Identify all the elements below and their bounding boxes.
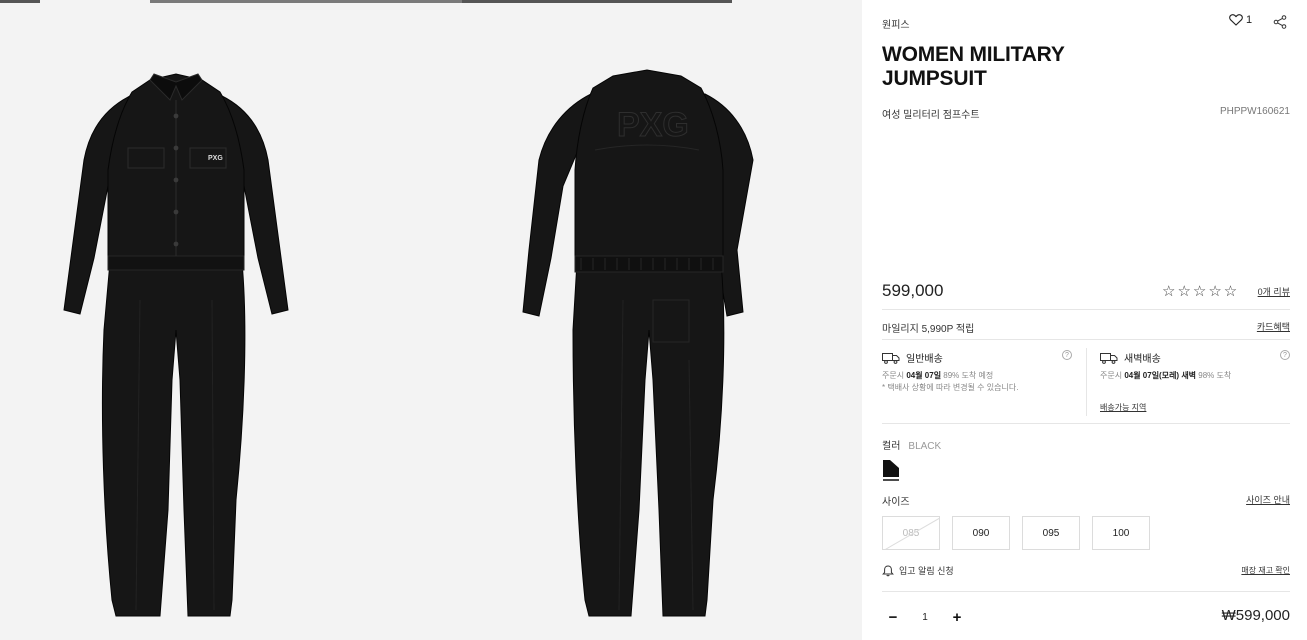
share-icon (1273, 15, 1287, 29)
restock-label: 입고 알림 신청 (899, 566, 954, 576)
product-gallery: PXG PXG (0, 0, 862, 640)
total-price: ₩599,000 (1221, 607, 1290, 624)
product-code: PHPPW160621 (1219, 106, 1290, 117)
divider (882, 309, 1290, 310)
dawn-eta-prefix: 주문시 (1100, 371, 1125, 380)
standard-shipping: 일반배송 주문시 04월 07일 89% 도착 예정 * 택배사 상황에 따라 … (882, 350, 1082, 393)
divider (882, 591, 1290, 592)
product-image-back[interactable]: PXG (431, 0, 862, 640)
size-options: 085 090 095 100 (882, 516, 1150, 550)
help-icon[interactable]: ? (1280, 350, 1290, 360)
jumpsuit-front-illustration: PXG (63, 73, 289, 617)
divider (882, 423, 1290, 424)
dawn-shipping-title: 새벽배송 (1124, 354, 1161, 365)
dawn-eta-date: 04월 07일(모레) 새벽 (1124, 371, 1197, 380)
delivery-area-link[interactable]: 배송가능 지역 (1100, 402, 1146, 413)
quantity-stepper: − 1 + (882, 606, 968, 628)
size-option-100[interactable]: 100 (1092, 516, 1150, 550)
product-image-front[interactable]: PXG (0, 0, 431, 640)
wishlist-count: 1 (1246, 14, 1253, 26)
product-category[interactable]: 원피스 (882, 16, 910, 31)
size-guide-link[interactable]: 사이즈 안내 (1246, 493, 1290, 506)
store-stock-link[interactable]: 매장 재고 확인 (1241, 565, 1290, 576)
jumpsuit-back-illustration: PXG (522, 69, 754, 617)
moon-truck-icon (1100, 352, 1118, 364)
mileage-info: 마일리지 5,990P 적립 (882, 324, 975, 335)
size-option-090[interactable]: 090 (952, 516, 1010, 550)
back-logo: PXG (617, 106, 689, 144)
bell-icon (882, 564, 894, 576)
rating-stars: ☆☆☆☆☆ (1162, 283, 1240, 300)
dawn-shipping: 새벽배송 주문시 04월 07일(모레) 새벽 98% 도착 (1100, 350, 1300, 381)
size-option-085[interactable]: 085 (882, 516, 940, 550)
divider (1086, 348, 1087, 416)
help-icon[interactable]: ? (1062, 350, 1072, 360)
shipping-eta-date: 04월 07일 (906, 371, 942, 380)
standard-shipping-title: 일반배송 (906, 354, 943, 365)
product-subtitle: 여성 밀리터리 점프수트 (882, 110, 980, 121)
color-label: 컬러 BLACK (882, 437, 941, 452)
size-label: 사이즈 (882, 497, 910, 508)
color-swatch-black[interactable] (882, 459, 900, 481)
shipping-eta-prefix: 주문시 (882, 371, 907, 380)
heart-icon (1229, 14, 1243, 26)
wishlist-button[interactable]: 1 (1229, 14, 1252, 26)
product-info-panel: 원피스 1 WOMEN MILITARY JUMPSUIT 여성 밀리터리 점프… (862, 0, 1307, 640)
shipping-note: * 택배사 상황에 따라 변경될 수 있습니다. (882, 383, 1019, 392)
quantity-decrease-button[interactable]: − (882, 606, 904, 628)
color-label-text: 컬러 (882, 441, 901, 452)
swatch-icon (883, 460, 899, 481)
reviews-link[interactable]: 0개 리뷰 (1258, 285, 1290, 298)
shipping-eta-suffix: 89% 도착 예정 (941, 371, 994, 380)
product-price: 599,000 (882, 281, 944, 300)
color-value: BLACK (908, 441, 942, 452)
card-benefit-link[interactable]: 카드혜택 (1257, 320, 1290, 333)
size-option-095[interactable]: 095 (1022, 516, 1080, 550)
product-title: WOMEN MILITARY JUMPSUIT (882, 43, 1065, 90)
restock-alert-button[interactable]: 입고 알림 신청 (882, 564, 954, 577)
quantity-value[interactable]: 1 (904, 612, 946, 623)
share-button[interactable] (1273, 15, 1287, 34)
divider (882, 339, 1290, 340)
front-logo: PXG (208, 155, 223, 162)
quantity-increase-button[interactable]: + (946, 606, 968, 628)
dawn-eta-suffix: 98% 도착 (1196, 371, 1232, 380)
truck-icon (882, 352, 900, 364)
